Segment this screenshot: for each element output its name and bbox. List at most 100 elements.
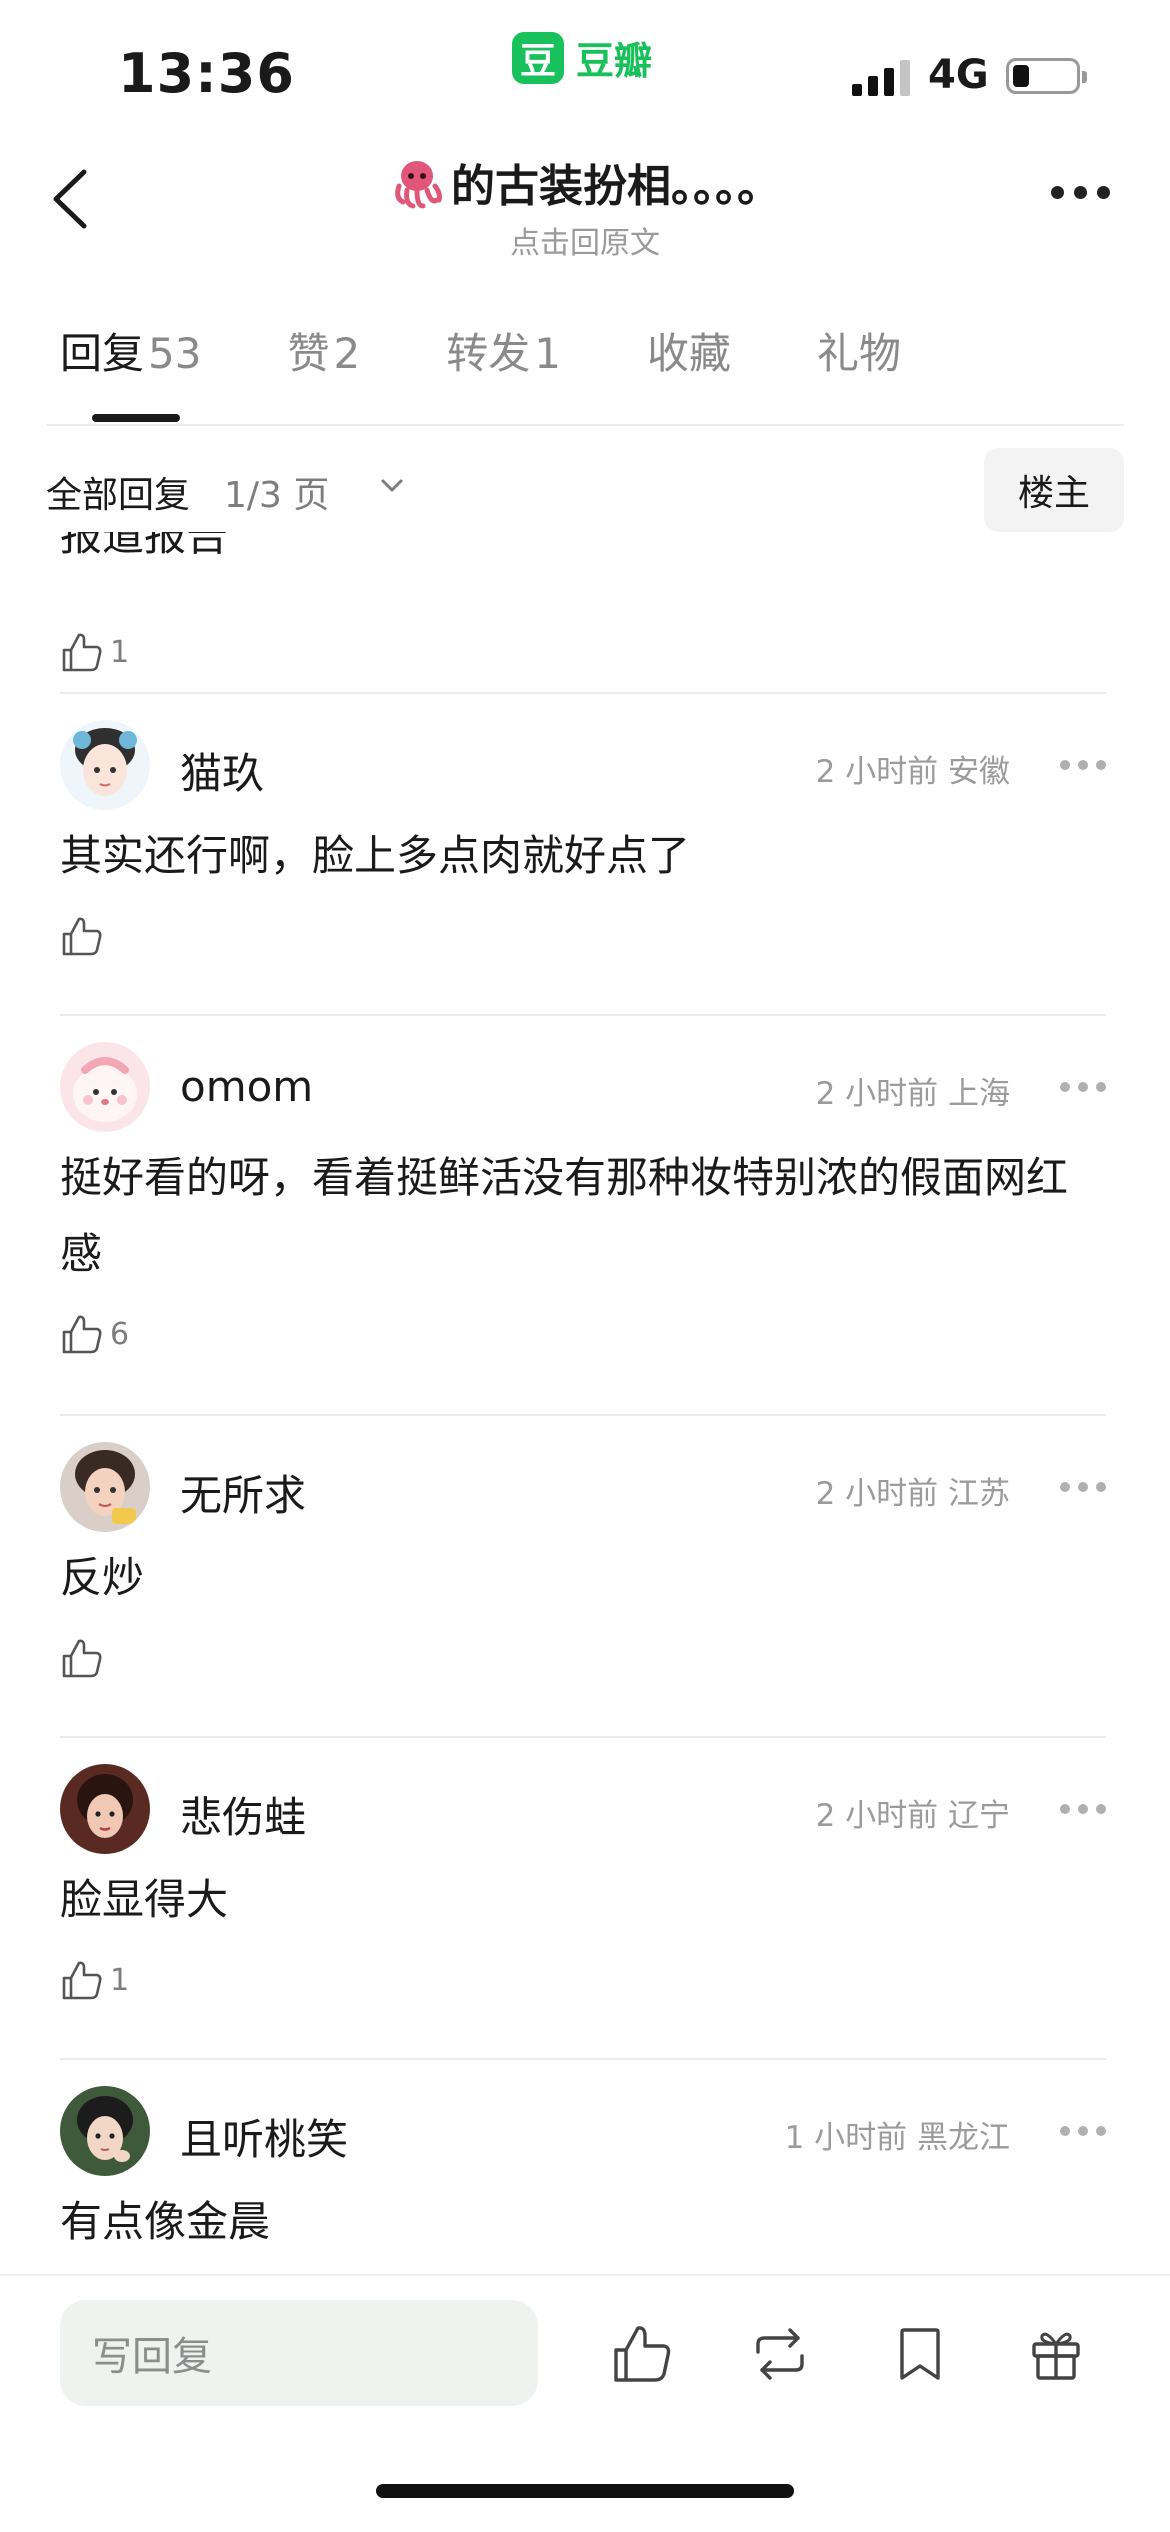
username[interactable]: 且听桃笑 [180, 2106, 348, 2167]
like-button[interactable]: 6 [60, 1306, 1106, 1356]
more-options-icon[interactable] [1051, 186, 1110, 199]
comment-item: omom 2 小时前 上海 挺好看的呀，看着挺鲜活没有那种妆特别浓的假面网红感 … [60, 1042, 1106, 1356]
comment-meta: 2 小时前 辽宁 [816, 1790, 1010, 1835]
list-item: 报道报告 1 [60, 532, 1120, 692]
thumbs-up-icon [62, 633, 102, 672]
tab-label: 转发 [446, 329, 531, 378]
chevron-down-icon[interactable] [378, 472, 406, 500]
back-to-original-link[interactable]: 点击回原文 [0, 218, 1170, 262]
comment-more-icon[interactable] [1060, 1482, 1106, 1492]
comment-text: 其实还行啊，脸上多点肉就好点了 [60, 831, 691, 880]
tab-label: 赞 [287, 329, 330, 378]
comment-meta: 2 小时前 江苏 [816, 1468, 1010, 1513]
status-time: 13:36 [118, 42, 295, 105]
app-badge: 豆 豆瓣 [512, 30, 652, 85]
comment-meta: 2 小时前 安徽 [816, 746, 1010, 791]
comment-more-icon[interactable] [1060, 1804, 1106, 1814]
comment-time: 2 小时前 [815, 1476, 939, 1512]
comment-location: 黑龙江 [917, 2120, 1010, 2156]
app-name: 豆瓣 [576, 39, 653, 83]
divider [60, 1014, 1106, 1016]
thumbs-up-icon [62, 1961, 102, 2000]
tab-label: 收藏 [646, 329, 731, 378]
comment-item: 悲伤蛙 2 小时前 辽宁 脸显得大 1 [60, 1764, 1106, 2002]
comment-item: 且听桃笑 1 小时前 黑龙江 有点像金晨 [60, 2086, 1106, 2260]
comment-more-icon[interactable] [1060, 760, 1106, 770]
comment-location: 辽宁 [948, 1798, 1010, 1834]
comment-location: 安徽 [948, 754, 1010, 790]
battery-icon [1006, 58, 1087, 94]
page-selector[interactable]: 1/3 页 [224, 466, 329, 518]
comment-item: 猫玖 2 小时前 安徽 其实还行啊，脸上多点肉就好点了 [60, 720, 1106, 958]
tab-count: 1 [534, 329, 561, 378]
network-type: 4G [928, 52, 989, 98]
tab-gifts[interactable]: 礼物 [817, 320, 901, 424]
avatar[interactable] [60, 1764, 150, 1854]
tab-bar: 回复53 赞2 转发1 收藏 礼物 [60, 320, 987, 424]
comment-time: 1 小时前 [784, 2120, 908, 2156]
username[interactable]: 无所求 [180, 1462, 306, 1523]
comment-location: 江苏 [948, 1476, 1010, 1512]
avatar[interactable] [60, 1442, 150, 1532]
like-count: 1 [110, 635, 130, 670]
like-button[interactable]: 1 [60, 1952, 1106, 2002]
avatar[interactable] [60, 2086, 150, 2176]
tab-label: 礼物 [816, 329, 901, 378]
comment-text: 反炒 [60, 1553, 145, 1602]
tab-replies[interactable]: 回复53 [60, 320, 201, 424]
divider [60, 1736, 1106, 1738]
divider [46, 424, 1124, 426]
comment-more-icon[interactable] [1060, 1082, 1106, 1092]
comment-list[interactable]: 报道报告 1 猫玖 2 小时前 安徽 其实还行啊，脸上多点肉就好点了 omom … [0, 532, 1170, 2274]
home-indicator [376, 2484, 794, 2498]
like-button[interactable] [60, 1630, 1106, 1680]
comment-text: 脸显得大 [60, 1875, 229, 1924]
comment-location: 上海 [948, 1076, 1010, 1112]
filter-row: 全部回复 1/3 页 楼主 [46, 448, 1124, 532]
avatar[interactable] [60, 720, 150, 810]
active-tab-indicator [92, 414, 180, 422]
comment-meta: 2 小时前 上海 [816, 1068, 1010, 1113]
tab-likes[interactable]: 赞2 [287, 320, 360, 424]
comment-time: 2 小时前 [815, 754, 939, 790]
thumbs-up-icon [62, 1315, 102, 1354]
like-button[interactable] [60, 908, 1106, 958]
divider [60, 1414, 1106, 1416]
nav-bar: 的古装扮相。。。。 点击回原文 [0, 140, 1170, 262]
comment-more-icon[interactable] [1060, 2126, 1106, 2136]
thumbs-up-icon[interactable] [610, 2322, 674, 2386]
comment-item: 无所求 2 小时前 江苏 反炒 [60, 1442, 1106, 1680]
like-count: 6 [110, 1317, 130, 1352]
tab-count: 53 [148, 329, 202, 378]
thumbs-up-icon [62, 1639, 102, 1678]
avatar[interactable] [60, 1042, 150, 1132]
op-only-button[interactable]: 楼主 [984, 448, 1124, 532]
douban-logo-icon: 豆 [512, 31, 564, 84]
page-title-text: 的古装扮相。。。。 [451, 161, 781, 212]
thumbs-up-icon [62, 917, 102, 956]
comment-meta: 1 小时前 黑龙江 [785, 2112, 1010, 2157]
divider [60, 692, 1106, 694]
gift-icon[interactable] [1024, 2322, 1088, 2386]
status-bar: 13:36 豆 豆瓣 4G [0, 0, 1170, 130]
octopus-icon [395, 161, 442, 209]
divider [60, 2058, 1106, 2060]
username[interactable]: 猫玖 [180, 740, 264, 801]
like-button[interactable]: 1 [60, 624, 129, 674]
comment-text: 报道报告 [60, 532, 229, 560]
tab-reposts[interactable]: 转发1 [446, 320, 561, 424]
tab-collect[interactable]: 收藏 [647, 320, 731, 424]
bottom-action-bar: 写回复 [0, 2274, 1170, 2532]
signal-icon [852, 60, 910, 96]
username[interactable]: omom [180, 1062, 313, 1111]
username[interactable]: 悲伤蛙 [180, 1784, 306, 1845]
repost-icon[interactable] [748, 2322, 812, 2386]
comment-text: 有点像金晨 [60, 2197, 271, 2246]
bookmark-icon[interactable] [888, 2322, 952, 2386]
tab-count: 2 [333, 329, 361, 378]
reply-input[interactable]: 写回复 [60, 2300, 538, 2406]
title-block[interactable]: 的古装扮相。。。。 点击回原文 [0, 150, 1170, 262]
like-count: 1 [110, 1963, 130, 1998]
comment-text: 挺好看的呀，看着挺鲜活没有那种妆特别浓的假面网红感 [60, 1153, 1069, 1278]
tab-label: 回复 [60, 329, 145, 378]
